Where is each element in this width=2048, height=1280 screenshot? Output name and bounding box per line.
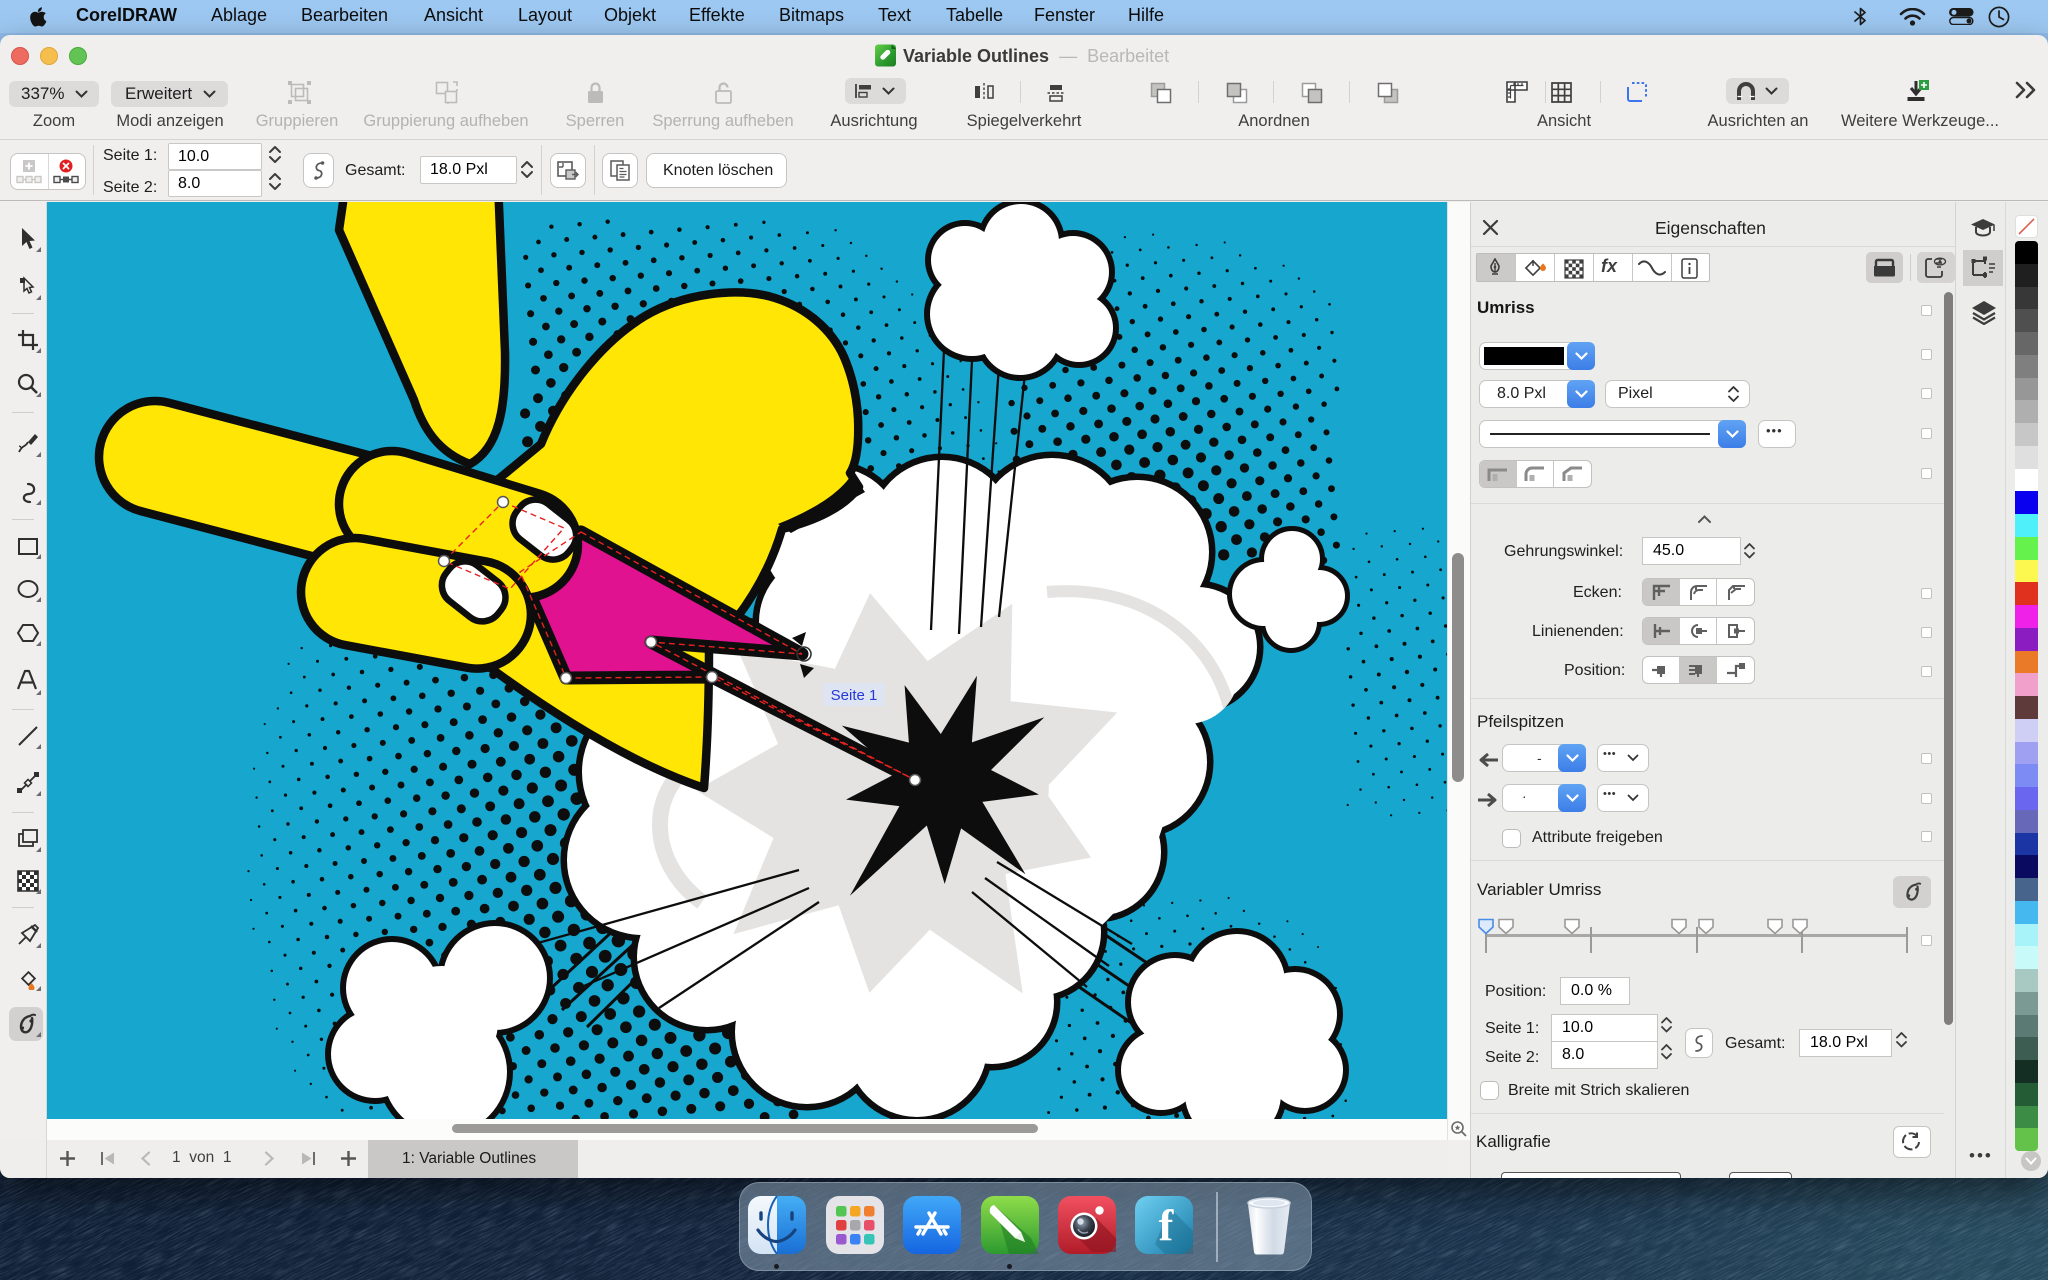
svg-text:Seite 1: Seite 1	[831, 687, 878, 704]
svg-text:f: f	[1159, 1201, 1175, 1250]
